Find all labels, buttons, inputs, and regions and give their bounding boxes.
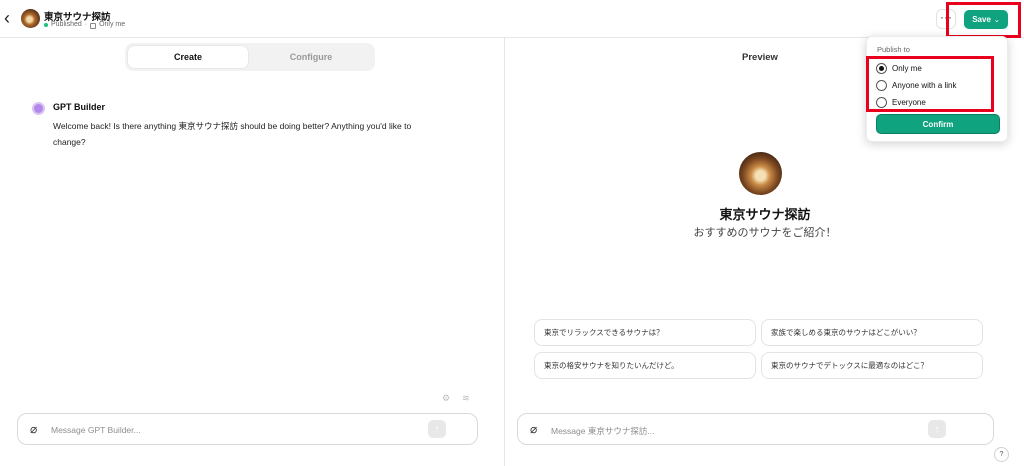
gpt-builder-icon [32, 102, 45, 115]
suggestion-card[interactable]: 家族で楽しめる東京のサウナはどこがいい？ [761, 319, 983, 346]
builder-tabs: Create Configure [125, 43, 375, 71]
send-button[interactable]: ↑ [428, 420, 446, 438]
suggestion-card[interactable]: 東京のサウナでデトックスに最適なのはどこ？ [761, 352, 983, 379]
gpt-avatar [21, 9, 40, 28]
preview-composer: ⌀ Message 東京サウナ探訪... ↑ [517, 413, 994, 445]
suggestion-card[interactable]: 東京でリラックスできるサウナは？ [534, 319, 756, 346]
help-button[interactable]: ? [994, 447, 1009, 462]
publish-status: Published · Only me [44, 21, 126, 29]
lock-icon [90, 22, 97, 29]
builder-message-input[interactable]: Message GPT Builder... [51, 425, 141, 435]
separator: · [84, 21, 88, 28]
visibility-text: Only me [99, 21, 126, 28]
preview-title: Preview [742, 52, 778, 63]
bot-message: Welcome back! Is there anything 東京サウナ探訪 … [53, 121, 412, 147]
status-text: Published [51, 21, 82, 28]
confirm-button[interactable]: Confirm [876, 114, 1000, 134]
audio-icon[interactable]: ≋ [462, 393, 470, 404]
suggestion-card[interactable]: 東京の格安サウナを知りたいんだけど。 [534, 352, 756, 379]
publish-label: Publish to [877, 45, 910, 54]
gpt-description: おすすめのサウナをご紹介！ [693, 227, 837, 239]
tab-create[interactable]: Create [128, 46, 248, 68]
save-button-highlight [946, 2, 1021, 38]
app-window: ‹ 東京サウナ探訪 Published · Only me ··· Save ⌄… [0, 0, 1024, 466]
publish-options-highlight [866, 56, 994, 112]
top-bar: ‹ 東京サウナ探訪 Published · Only me ··· Save ⌄ [0, 0, 1024, 38]
tab-configure[interactable]: Configure [251, 46, 371, 68]
builder-pane: Create Configure GPT Builder Welcome bac… [0, 38, 505, 466]
gpt-name: 東京サウナ探訪 [719, 207, 811, 222]
builder-composer: ⌀ Message GPT Builder... ↑ [17, 413, 478, 445]
message-actions: ⚙ ≋ [442, 393, 470, 404]
status-dot-icon [44, 22, 48, 27]
gpt-avatar-large [739, 152, 782, 195]
preview-message-input[interactable]: Message 東京サウナ探訪... [551, 425, 654, 437]
paperclip-icon[interactable]: ⌀ [30, 422, 37, 436]
paperclip-icon[interactable]: ⌀ [530, 422, 537, 436]
settings-icon[interactable]: ⚙ [442, 393, 450, 404]
bot-name: GPT Builder [53, 102, 106, 112]
chevron-left-icon[interactable]: ‹ [4, 9, 18, 27]
send-button[interactable]: ↑ [928, 420, 946, 438]
